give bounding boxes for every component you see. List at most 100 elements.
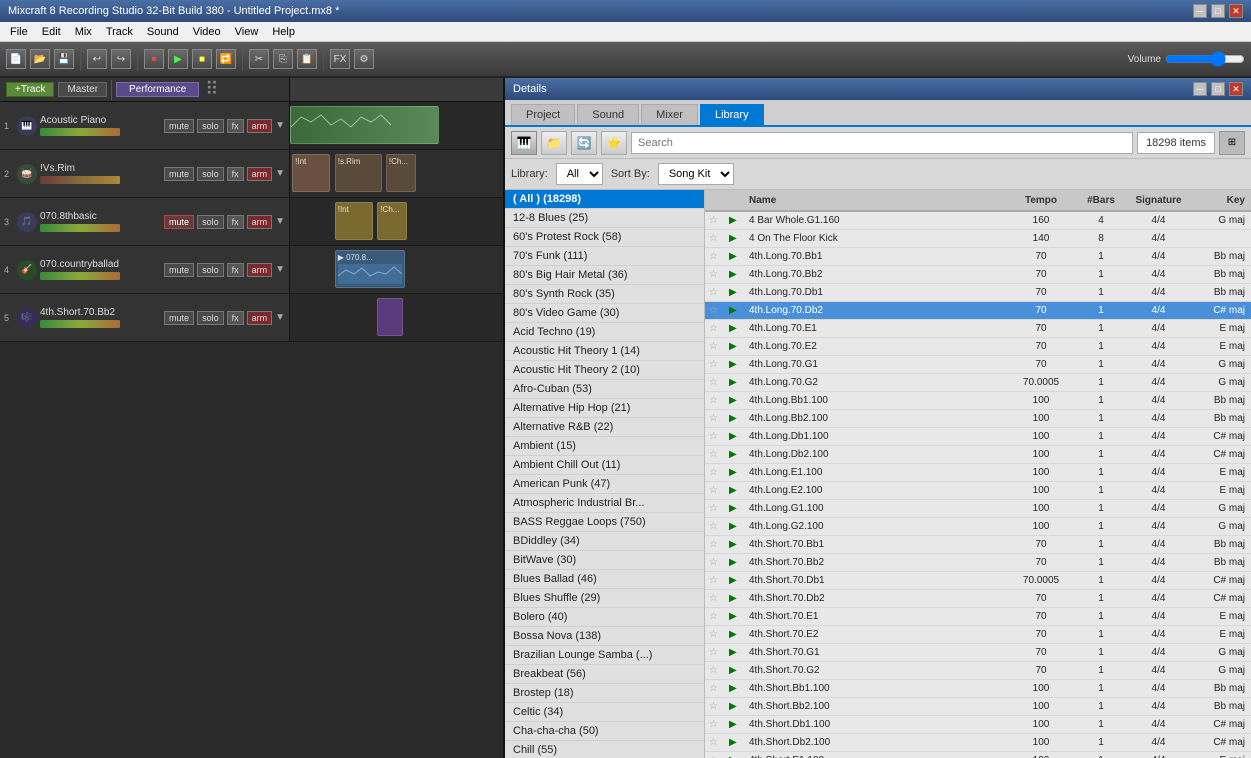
- play-cell[interactable]: ▶: [725, 233, 745, 244]
- play-icon[interactable]: ▶: [729, 359, 737, 370]
- play-cell[interactable]: ▶: [725, 305, 745, 316]
- play-icon[interactable]: ▶: [729, 323, 737, 334]
- star-cell[interactable]: ☆: [705, 467, 725, 478]
- menu-track[interactable]: Track: [100, 25, 139, 39]
- genre-item[interactable]: American Punk (47): [505, 475, 704, 494]
- play-cell[interactable]: ▶: [725, 359, 745, 370]
- record-icon[interactable]: ⏺: [144, 49, 164, 69]
- genre-item[interactable]: Afro-Cuban (53): [505, 380, 704, 399]
- star-icon[interactable]: ☆: [709, 377, 718, 388]
- play-cell[interactable]: ▶: [725, 557, 745, 568]
- close-button[interactable]: ✕: [1229, 4, 1243, 18]
- star-cell[interactable]: ☆: [705, 647, 725, 658]
- play-icon[interactable]: ▶: [729, 521, 737, 532]
- table-row[interactable]: ☆ ▶ 4th.Long.E1.100 100 1 4/4 E maj: [705, 464, 1251, 482]
- table-row[interactable]: ☆ ▶ 4th.Long.70.G2 70.0005 1 4/4 G maj: [705, 374, 1251, 392]
- genre-item[interactable]: Celtic (34): [505, 703, 704, 722]
- play-icon[interactable]: ▶: [729, 629, 737, 640]
- table-row[interactable]: ☆ ▶ 4th.Short.70.Bb2 70 1 4/4 Bb maj: [705, 554, 1251, 572]
- star-icon[interactable]: ☆: [709, 395, 718, 406]
- track-1-expand-icon[interactable]: ▼: [275, 120, 285, 131]
- star-icon[interactable]: ☆: [709, 251, 718, 262]
- stop-icon[interactable]: ■: [192, 49, 212, 69]
- genre-item[interactable]: Ambient Chill Out (11): [505, 456, 704, 475]
- play-icon[interactable]: ▶: [729, 575, 737, 586]
- track-1-content[interactable]: [290, 102, 503, 149]
- play-cell[interactable]: ▶: [725, 215, 745, 226]
- genre-item[interactable]: Acoustic Hit Theory 2 (10): [505, 361, 704, 380]
- loop-icon[interactable]: 🔁: [216, 49, 236, 69]
- star-cell[interactable]: ☆: [705, 485, 725, 496]
- maximize-button[interactable]: □: [1211, 4, 1225, 18]
- open-icon[interactable]: 📂: [30, 49, 50, 69]
- genre-item[interactable]: BASS Reggae Loops (750): [505, 513, 704, 532]
- play-icon[interactable]: ▶: [729, 467, 737, 478]
- redo-icon[interactable]: ↪: [111, 49, 131, 69]
- col-key[interactable]: Key: [1191, 195, 1251, 206]
- play-cell[interactable]: ▶: [725, 503, 745, 514]
- genre-item[interactable]: 80's Video Game (30): [505, 304, 704, 323]
- library-loops-icon[interactable]: 🔄: [571, 131, 597, 155]
- table-row[interactable]: ☆ ▶ 4th.Long.E2.100 100 1 4/4 E maj: [705, 482, 1251, 500]
- play-icon[interactable]: ▶: [729, 305, 737, 316]
- track-5-volume-bar[interactable]: [40, 320, 120, 328]
- play-icon[interactable]: ▶: [729, 665, 737, 676]
- track-5-expand-icon[interactable]: ▼: [275, 312, 285, 323]
- genre-item[interactable]: Alternative Hip Hop (21): [505, 399, 704, 418]
- track-4-arm-button[interactable]: arm: [247, 263, 273, 277]
- genre-item[interactable]: 80's Synth Rock (35): [505, 285, 704, 304]
- genre-item[interactable]: Cha-cha-cha (50): [505, 722, 704, 741]
- table-row[interactable]: ☆ ▶ 4th.Short.70.Db1 70.0005 1 4/4 C# ma…: [705, 572, 1251, 590]
- library-favorites-icon[interactable]: ⭐: [601, 131, 627, 155]
- star-icon[interactable]: ☆: [709, 629, 718, 640]
- track-3-solo-button[interactable]: solo: [197, 215, 224, 229]
- table-row[interactable]: ☆ ▶ 4th.Long.70.E2 70 1 4/4 E maj: [705, 338, 1251, 356]
- genre-item[interactable]: Blues Ballad (46): [505, 570, 704, 589]
- tab-sound[interactable]: Sound: [577, 104, 639, 125]
- star-icon[interactable]: ☆: [709, 701, 718, 712]
- star-icon[interactable]: ☆: [709, 341, 718, 352]
- table-row[interactable]: ☆ ▶ 4th.Short.70.Bb1 70 1 4/4 Bb maj: [705, 536, 1251, 554]
- track-4-expand-icon[interactable]: ▼: [275, 264, 285, 275]
- track-3-arm-button[interactable]: arm: [247, 215, 273, 229]
- play-icon[interactable]: ▶: [729, 719, 737, 730]
- star-cell[interactable]: ☆: [705, 449, 725, 460]
- genre-item[interactable]: 80's Big Hair Metal (36): [505, 266, 704, 285]
- play-icon[interactable]: ▶: [729, 485, 737, 496]
- star-icon[interactable]: ☆: [709, 557, 718, 568]
- track-4-volume-bar[interactable]: [40, 272, 120, 280]
- star-icon[interactable]: ☆: [709, 539, 718, 550]
- genre-item[interactable]: BitWave (30): [505, 551, 704, 570]
- star-cell[interactable]: ☆: [705, 521, 725, 532]
- play-icon[interactable]: ▶: [729, 539, 737, 550]
- genre-item[interactable]: Acid Techno (19): [505, 323, 704, 342]
- play-cell[interactable]: ▶: [725, 269, 745, 280]
- col-bars[interactable]: #Bars: [1076, 195, 1126, 206]
- minimize-button[interactable]: ─: [1193, 4, 1207, 18]
- undo-icon[interactable]: ↩: [87, 49, 107, 69]
- track-3-clip-ch[interactable]: !Ch...: [377, 202, 407, 240]
- play-cell[interactable]: ▶: [725, 287, 745, 298]
- table-row[interactable]: ☆ ▶ 4th.Short.70.E1 70 1 4/4 E maj: [705, 608, 1251, 626]
- table-row[interactable]: ☆ ▶ 4th.Long.Bb1.100 100 1 4/4 Bb maj: [705, 392, 1251, 410]
- settings-icon[interactable]: ⚙: [354, 49, 374, 69]
- table-row[interactable]: ☆ ▶ 4th.Short.E1.100 100 1 4/4 E maj: [705, 752, 1251, 758]
- play-icon[interactable]: ▶: [729, 503, 737, 514]
- star-icon[interactable]: ☆: [709, 485, 718, 496]
- play-cell[interactable]: ▶: [725, 683, 745, 694]
- search-input[interactable]: [631, 132, 1133, 154]
- table-row[interactable]: ☆ ▶ 4th.Long.Bb2.100 100 1 4/4 Bb maj: [705, 410, 1251, 428]
- track-1-mute-button[interactable]: mute: [164, 119, 194, 133]
- track-1-volume-bar[interactable]: [40, 128, 120, 136]
- star-cell[interactable]: ☆: [705, 719, 725, 730]
- star-icon[interactable]: ☆: [709, 359, 718, 370]
- play-icon[interactable]: ▶: [729, 395, 737, 406]
- play-cell[interactable]: ▶: [725, 665, 745, 676]
- genre-item[interactable]: Acoustic Hit Theory 1 (14): [505, 342, 704, 361]
- star-cell[interactable]: ☆: [705, 737, 725, 748]
- table-row[interactable]: ☆ ▶ 4th.Short.Db2.100 100 1 4/4 C# maj: [705, 734, 1251, 752]
- play-cell[interactable]: ▶: [725, 611, 745, 622]
- genre-item[interactable]: Alternative R&B (22): [505, 418, 704, 437]
- star-icon[interactable]: ☆: [709, 449, 718, 460]
- track-2-mute-button[interactable]: mute: [164, 167, 194, 181]
